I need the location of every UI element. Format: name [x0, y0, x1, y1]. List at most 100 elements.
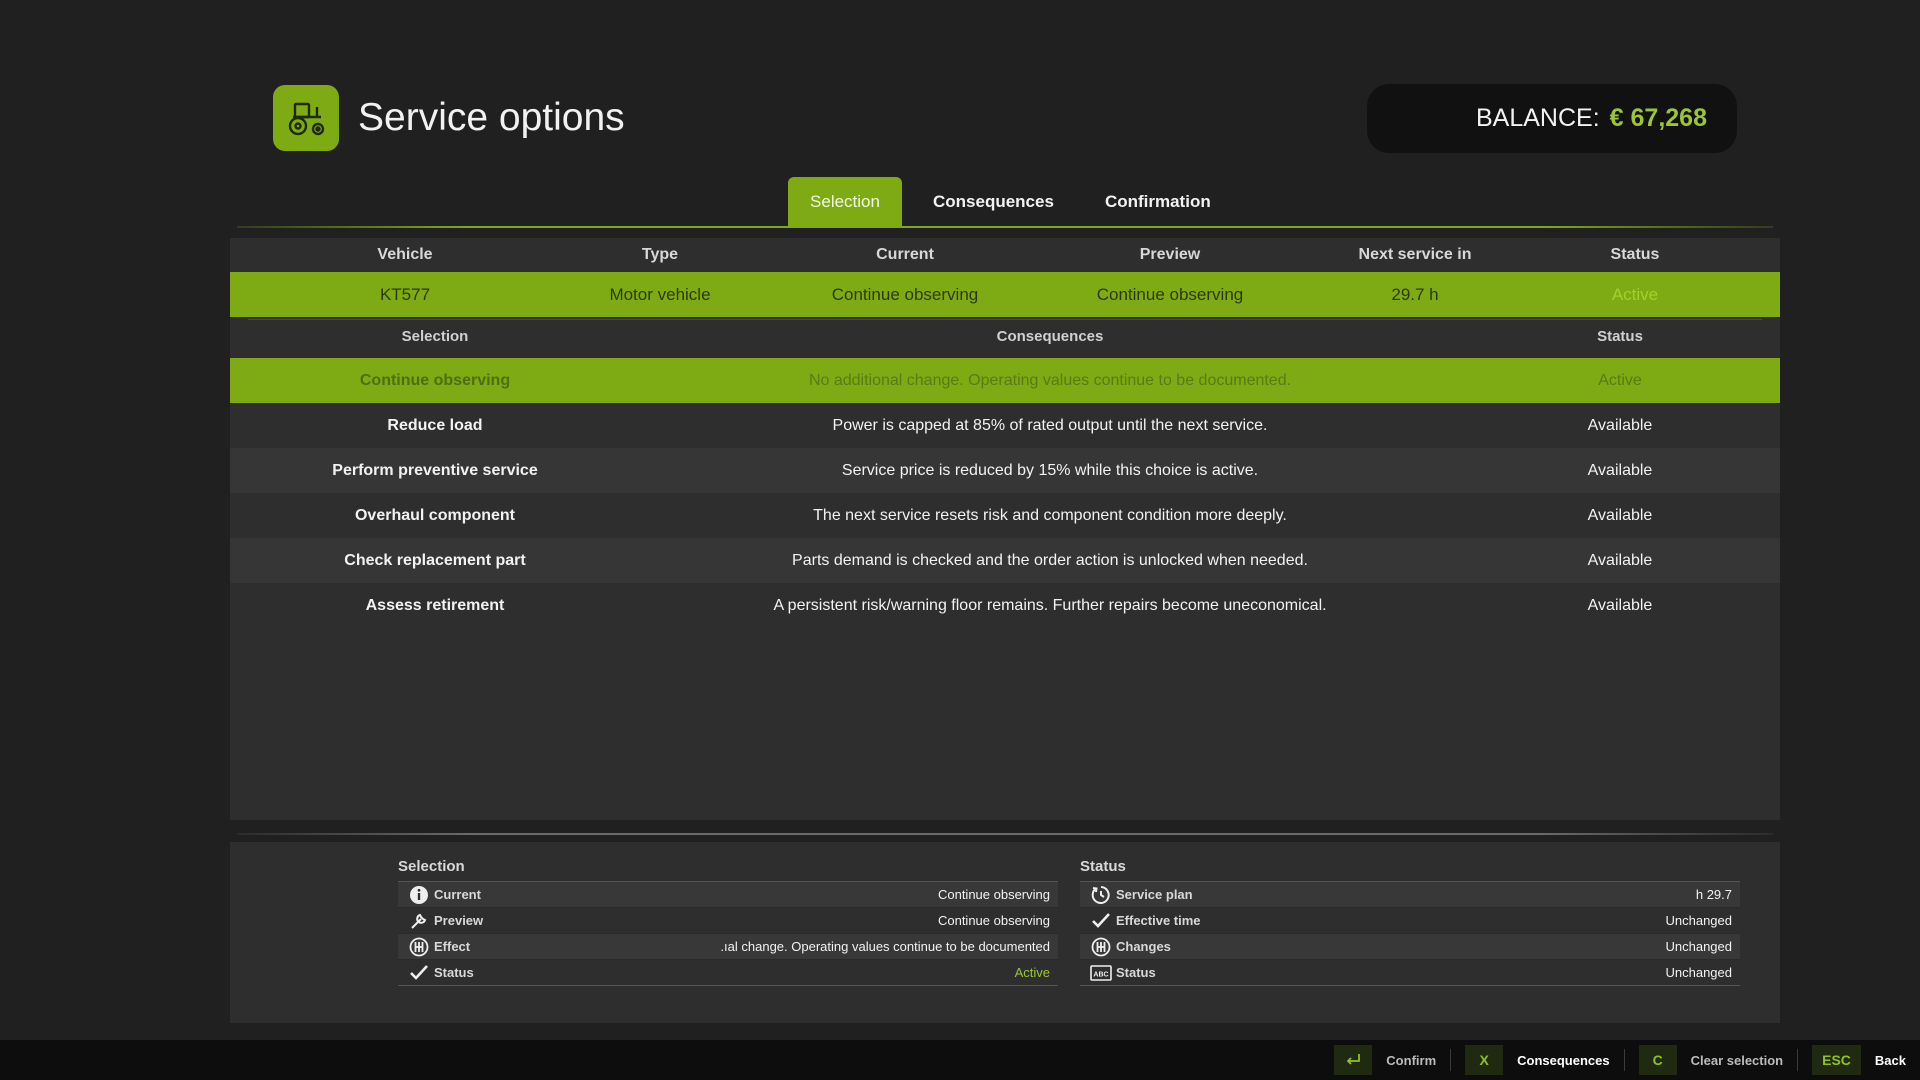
section-separator — [237, 833, 1773, 835]
footer-divider — [1797, 1049, 1799, 1071]
option-status: Available — [1587, 416, 1653, 434]
option-consequence: The next service resets risk and compone… — [813, 506, 1287, 524]
balance-display: BALANCE: € 67,268 — [1367, 84, 1737, 153]
option-status: Available — [1587, 461, 1653, 479]
detail-label: Effect — [434, 939, 471, 954]
option-row-check-replacement[interactable]: Check replacement part Parts demand is c… — [230, 538, 1780, 583]
tab-underline — [237, 226, 1773, 228]
detail-value: Unchanged — [1665, 965, 1733, 980]
gearbox-icon — [1090, 936, 1112, 958]
footer-bar: Confirm X Consequences C Clear selection… — [0, 1040, 1920, 1080]
column-header-preview: Preview — [1139, 246, 1201, 263]
status-details-title: Status — [1080, 858, 1740, 882]
column-header-option-status: Status — [1597, 327, 1643, 345]
clear-selection-button[interactable]: C Clear selection — [1638, 1040, 1784, 1080]
selection-details-title: Selection — [398, 858, 1058, 882]
detail-value: Continue observing — [937, 913, 1050, 928]
tractor-icon — [273, 85, 339, 151]
option-consequence: No additional change. Operating values c… — [808, 371, 1292, 389]
clear-selection-label: Clear selection — [1690, 1052, 1784, 1068]
column-header-next-service: Next service in — [1358, 246, 1472, 263]
detail-label: Effective time — [1116, 913, 1201, 928]
detail-row-changes: Changes Unchanged — [1080, 934, 1740, 960]
vehicle-preview: Continue observing — [1096, 284, 1244, 304]
column-header-status: Status — [1610, 246, 1660, 263]
option-consequence: Power is capped at 85% of rated output u… — [832, 416, 1268, 434]
wrench-icon — [408, 910, 430, 932]
vehicle-current: Continue observing — [831, 284, 979, 304]
detail-value: ıal change. Operating values continue to… — [720, 939, 1050, 954]
detail-value: Continue observing — [937, 887, 1050, 902]
detail-row-current: Current Continue observing — [398, 882, 1058, 908]
detail-value: Unchanged — [1665, 939, 1733, 954]
tab-confirmation[interactable]: Confirmation — [1074, 177, 1231, 227]
selection-details: Selection Current Continue observing Pre… — [398, 858, 1058, 986]
tab-consequences[interactable]: Consequences — [902, 177, 1074, 227]
option-selection: Check replacement part — [344, 551, 526, 569]
detail-label: Service plan — [1116, 887, 1193, 902]
detail-row-preview: Preview Continue observing — [398, 908, 1058, 934]
info-icon — [408, 884, 430, 906]
abc-icon: ABC — [1090, 962, 1112, 984]
detail-label: Status — [1116, 965, 1156, 980]
option-selection: Reduce load — [387, 416, 483, 434]
detail-label: Changes — [1116, 939, 1171, 954]
checkmark-icon — [408, 962, 430, 984]
detail-value: 29.7 h — [1695, 887, 1732, 902]
detail-row-effect: Effect ıal change. Operating values cont… — [398, 934, 1058, 960]
confirm-button[interactable]: Confirm — [1334, 1040, 1436, 1080]
enter-key-icon — [1334, 1045, 1373, 1075]
footer-divider — [1623, 1049, 1625, 1071]
option-row-overhaul-component[interactable]: Overhaul component The next service rese… — [230, 493, 1780, 538]
detail-value: Unchanged — [1665, 913, 1733, 928]
detail-row-effective-time: Effective time Unchanged — [1080, 908, 1740, 934]
gearbox-icon — [408, 936, 430, 958]
option-selection: Continue observing — [359, 371, 511, 389]
detail-row-status: ABC Status Unchanged — [1080, 960, 1740, 986]
column-header-vehicle: Vehicle — [377, 246, 433, 263]
svg-text:ABC: ABC — [1093, 971, 1108, 978]
option-consequence: A persistent risk/warning floor remains.… — [773, 596, 1327, 614]
back-label: Back — [1874, 1052, 1906, 1068]
detail-label: Status — [434, 965, 474, 980]
confirm-label: Confirm — [1386, 1052, 1437, 1068]
key-esc: ESC — [1812, 1045, 1861, 1075]
option-row-reduce-load[interactable]: Reduce load Power is capped at 85% of ra… — [230, 403, 1780, 448]
key-c: C — [1638, 1045, 1677, 1075]
option-status: Active — [1598, 371, 1642, 389]
balance-value: € 67,268 — [1609, 104, 1707, 132]
detail-value: Active — [1014, 965, 1050, 980]
consequences-button[interactable]: X Consequences — [1465, 1040, 1610, 1080]
option-status: Available — [1587, 506, 1653, 524]
vehicle-type: Motor vehicle — [609, 284, 711, 304]
option-selection: Perform preventive service — [332, 461, 538, 479]
option-consequence: Parts demand is checked and the order ac… — [792, 551, 1308, 569]
column-header-consequences: Consequences — [996, 327, 1104, 345]
vehicle-id: KT577 — [379, 284, 431, 304]
column-header-type: Type — [641, 246, 679, 263]
option-status: Available — [1587, 596, 1653, 614]
table-divider — [248, 319, 1762, 320]
balance-label: BALANCE: — [1476, 104, 1600, 132]
detail-label: Current — [434, 887, 481, 902]
column-header-current: Current — [876, 246, 934, 263]
footer-divider — [1450, 1049, 1452, 1071]
option-row-continue-observing[interactable]: Continue observing No additional change.… — [230, 358, 1780, 403]
option-consequence: Service price is reduced by 15% while th… — [841, 461, 1259, 479]
vehicle-row[interactable]: KT577 Motor vehicle Continue observing C… — [230, 272, 1780, 317]
option-status: Available — [1587, 551, 1653, 569]
key-x: X — [1465, 1045, 1504, 1075]
back-button[interactable]: ESC Back — [1812, 1040, 1906, 1080]
column-header-selection: Selection — [401, 327, 469, 345]
vehicle-next-service: 29.7 h — [1391, 284, 1439, 304]
vehicle-table-header: Vehicle Type Current Preview Next servic… — [230, 238, 1780, 272]
checkmark-icon — [1090, 910, 1112, 932]
tab-selection[interactable]: Selection — [788, 177, 902, 227]
option-row-assess-retirement[interactable]: Assess retirement A persistent risk/warn… — [230, 583, 1780, 628]
option-selection: Overhaul component — [354, 506, 516, 524]
clock-icon — [1090, 884, 1112, 906]
main-panel: Vehicle Type Current Preview Next servic… — [230, 238, 1780, 820]
option-selection: Assess retirement — [365, 596, 505, 614]
consequences-label: Consequences — [1517, 1052, 1610, 1068]
option-row-preventive-service[interactable]: Perform preventive service Service price… — [230, 448, 1780, 493]
